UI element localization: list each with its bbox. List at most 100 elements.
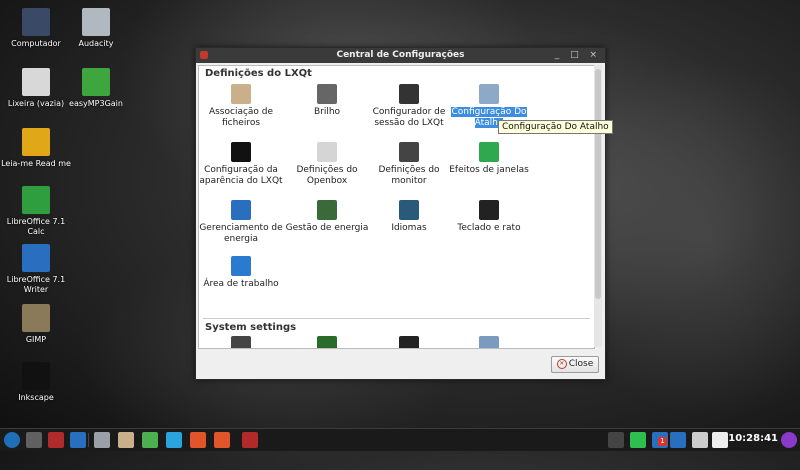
file-manager-icon[interactable] <box>94 432 110 448</box>
start-menu-icon[interactable] <box>4 432 20 448</box>
inkscape-icon <box>22 362 50 390</box>
settings-item[interactable]: Teclado e rato <box>447 200 531 234</box>
close-icon: ✕ <box>556 358 567 369</box>
network-disconnected-icon[interactable] <box>608 432 624 448</box>
settings-item[interactable]: Idiomas <box>367 200 451 234</box>
system-settings-item[interactable] <box>447 336 531 348</box>
window-app-icon <box>200 51 208 59</box>
system-settings-item[interactable] <box>199 336 283 348</box>
trash-icon <box>22 68 50 96</box>
file-association-icon <box>231 84 251 104</box>
desktop-icon-label: LibreOffice 7.1 Writer <box>6 275 66 294</box>
desktop-icon-label: GIMP <box>25 335 47 344</box>
desktop-icon-item[interactable]: LibreOffice 7.1 Calc <box>0 186 72 237</box>
section-title-lxqt: Definições do LXQt <box>205 68 312 79</box>
settings-item[interactable]: Gerenciamento de energia <box>199 200 283 245</box>
shortcut-icon <box>479 84 499 104</box>
scrollbar-thumb[interactable] <box>595 69 601 299</box>
desktop-icon-item[interactable]: LibreOffice 7.1 Writer <box>0 244 72 295</box>
window-controls[interactable]: _ □ × <box>555 48 601 63</box>
clipboard-icon[interactable] <box>712 432 728 448</box>
desktop-icon-label: easyMP3Gain <box>69 99 123 108</box>
easymp3gain-icon <box>82 68 110 96</box>
desktop-icon <box>231 256 251 276</box>
show-desktop-icon[interactable] <box>26 432 42 448</box>
chrome-icon[interactable] <box>142 432 158 448</box>
toggle-icon[interactable] <box>70 432 86 448</box>
globe-icon <box>399 200 419 220</box>
close-button-label: Close <box>568 359 594 369</box>
battery-icon <box>317 200 337 220</box>
desktop-icon-item[interactable]: GIMP <box>0 304 72 345</box>
monitor-icon <box>399 142 419 162</box>
clock[interactable]: 10:28:41 <box>728 433 778 444</box>
power-icon[interactable] <box>781 432 797 448</box>
section-divider <box>203 318 590 319</box>
settings-item-label: Teclado e rato <box>457 223 521 233</box>
info-icon[interactable] <box>670 432 686 448</box>
terminal-icon <box>317 336 337 348</box>
settings-item-label: Configuração da aparência do LXQt <box>199 165 283 186</box>
appearance-tuxedo-icon <box>231 142 251 162</box>
settings-item[interactable]: Definições do monitor <box>367 142 451 187</box>
settings-item-label: Gerenciamento de energia <box>199 223 283 244</box>
settings-item-label: Brilho <box>313 107 341 117</box>
settings-item[interactable]: Associação de ficheiros <box>199 84 283 129</box>
update-count-badge: 1 <box>658 437 667 446</box>
window-title: Central de Configurações <box>336 50 465 60</box>
writer-icon <box>22 244 50 272</box>
desktop-icon-label: Audacity <box>78 39 114 48</box>
volume-icon[interactable] <box>692 432 708 448</box>
settings-item-label: Gestão de energia <box>285 223 369 233</box>
taskbar: 10:28:41 1 <box>0 428 800 451</box>
desktop-icon-label: LibreOffice 7.1 Calc <box>6 217 66 236</box>
desktop-icon-label: Inkscape <box>18 393 54 402</box>
close-button[interactable]: ✕ Close <box>551 356 599 373</box>
openbox-icon <box>317 142 337 162</box>
gimp-icon <box>22 304 50 332</box>
brave-icon[interactable] <box>190 432 206 448</box>
telegram-icon[interactable] <box>166 432 182 448</box>
window-titlebar[interactable]: Central de Configurações _ □ × <box>196 48 605 63</box>
desktop-icon-item[interactable]: Audacity <box>60 8 132 49</box>
section-title-system: System settings <box>205 322 297 333</box>
audacity-icon <box>82 8 110 36</box>
vertical-scrollbar[interactable] <box>594 65 602 347</box>
settings-item[interactable]: Efeitos de janelas <box>447 142 531 176</box>
settings-icon[interactable] <box>118 432 134 448</box>
desktop-icon-item[interactable]: easyMP3Gain <box>60 68 132 109</box>
drive-icon <box>399 336 419 348</box>
settings-content: Definições do LXQt Associação de ficheiro… <box>198 65 595 349</box>
desktop-icon-item[interactable]: Leia-me Read me <box>0 128 72 169</box>
settings-item[interactable]: Brilho <box>285 84 369 118</box>
computer-icon <box>22 8 50 36</box>
info-icon <box>22 128 50 156</box>
desktop-icon-item[interactable]: Inkscape <box>0 362 72 403</box>
calc-icon <box>22 186 50 214</box>
settings-window: Central de Configurações _ □ × Definiçõe… <box>195 47 606 380</box>
settings-item[interactable]: Configurador de sessão do LXQt <box>367 84 451 129</box>
network-icon <box>479 336 499 348</box>
settings-item[interactable]: Área de trabalho <box>199 256 283 290</box>
system-settings-item[interactable] <box>285 336 369 348</box>
taskbar-separator <box>88 433 89 447</box>
system-settings-item[interactable] <box>367 336 451 348</box>
settings-item-label: Associação de ficheiros <box>208 107 274 128</box>
settings-item-label: Configurador de sessão do LXQt <box>372 107 446 128</box>
settings-item-label: Definições do monitor <box>378 165 440 186</box>
brightness-icon <box>317 84 337 104</box>
settings-item[interactable]: Gestão de energia <box>285 200 369 234</box>
settings-item[interactable]: Definições do Openbox <box>285 142 369 187</box>
settings-item-label: Área de trabalho <box>203 279 279 289</box>
app-red-icon[interactable] <box>48 432 64 448</box>
keyboard-mouse-icon <box>479 200 499 220</box>
window-effects-icon <box>479 142 499 162</box>
settings-item-label: Definições do Openbox <box>296 165 358 186</box>
settings-item-label: Efeitos de janelas <box>449 165 529 175</box>
settings-item-label: Idiomas <box>391 223 427 233</box>
updates-icon[interactable]: 1 <box>652 432 668 448</box>
settings-item[interactable]: Configuração da aparência do LXQt <box>199 142 283 187</box>
app-red-icon[interactable] <box>242 432 258 448</box>
brave-icon[interactable] <box>214 432 230 448</box>
wifi-icon[interactable] <box>630 432 646 448</box>
